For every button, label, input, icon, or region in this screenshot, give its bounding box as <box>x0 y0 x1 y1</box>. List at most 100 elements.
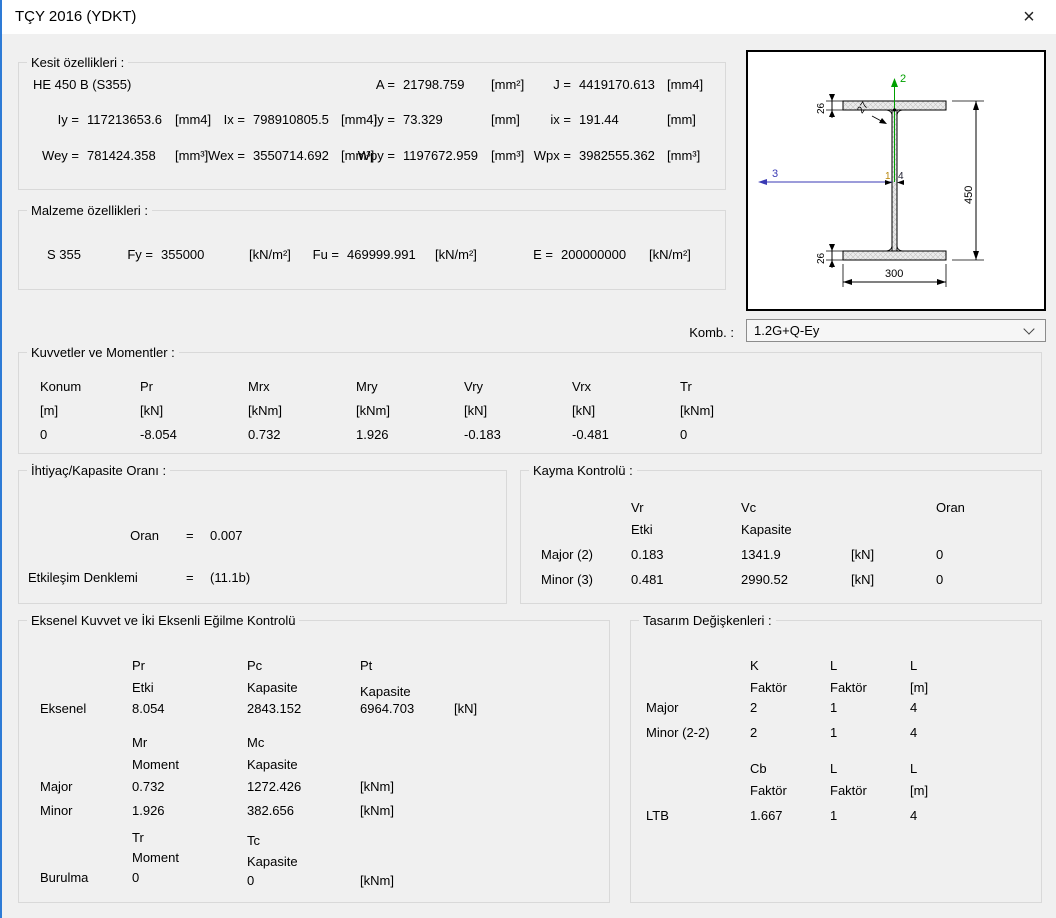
torsion-tr-value: 0 <box>132 870 140 885</box>
moment-header-mr: Mr <box>132 735 148 750</box>
combination-selected-value: 1.2G+Q-Ey <box>754 323 820 338</box>
group-title: Kayma Kontrolü : <box>529 463 637 478</box>
col-header: Konum <box>40 379 82 394</box>
bottom-flange <box>842 250 947 261</box>
close-icon[interactable]: × <box>1014 3 1044 31</box>
moment-sub-moment: Moment <box>132 757 179 772</box>
moment-sub-kapasite: Kapasite <box>247 757 298 772</box>
design-sub-m: [m] <box>910 680 929 695</box>
design-row-label: Major <box>646 700 679 715</box>
prop-Wpx: Wpx = 3982555.362 [mm³] <box>523 148 703 163</box>
design-header-l: L <box>830 761 838 776</box>
prop-iy: iy = 73.329 [mm] <box>355 112 527 127</box>
axial-sub-kapasite: Kapasite <box>360 684 411 699</box>
group-design-variables: Tasarım Değişkenleri : K L L Faktör Fakt… <box>630 613 1042 903</box>
prop-label: Wpx = <box>533 148 571 163</box>
design-k-value: 2 <box>750 700 758 715</box>
moment-row-label: Major <box>40 779 73 794</box>
prop-label: ix = <box>550 112 571 127</box>
dim-flange-top: 26 <box>816 102 827 114</box>
moment-row-label: Minor <box>40 803 73 818</box>
col-unit: [kN] <box>572 403 596 418</box>
forces-col-pr: Pr [kN] -8.054 <box>140 379 177 451</box>
prop-label: Wpy = <box>357 148 395 163</box>
prop-unit: [kN/m²] <box>435 247 477 262</box>
torsion-unit: [kNm] <box>360 873 394 888</box>
combination-select[interactable]: 1.2G+Q-Ey <box>746 319 1046 342</box>
shear-col-oran: Oran <box>936 500 965 515</box>
shear-vc: 2990.52 <box>741 572 788 587</box>
combination-label: Komb. : <box>689 325 734 340</box>
group-material-properties: Malzeme özellikleri : S 355 Fy = 355000 … <box>18 203 726 290</box>
shear-unit: [kN] <box>851 547 875 562</box>
prop-unit: [kN/m²] <box>249 247 291 262</box>
prop-value: 73.329 <box>403 112 443 127</box>
prop-value: 200000000 <box>561 247 627 262</box>
col-value: 0 <box>40 427 48 442</box>
design-header-l: L <box>830 658 838 673</box>
prop-unit: [mm²] <box>491 77 525 92</box>
moment-mc-value: 1272.426 <box>247 779 302 794</box>
shear-vr: 0.183 <box>631 547 664 562</box>
design-sub-faktor: Faktör <box>830 783 867 798</box>
prop-label: E = <box>533 247 553 262</box>
axial-sub-kapasite: Kapasite <box>247 680 298 695</box>
design-sub-faktor: Faktör <box>750 783 787 798</box>
prop-unit: [mm4] <box>667 77 703 92</box>
prop-value: 3982555.362 <box>579 148 655 163</box>
moment-header-mc: Mc <box>247 735 265 750</box>
prop-unit: [mm] <box>491 112 520 127</box>
col-value: 0 <box>680 427 688 442</box>
prop-label: Fu = <box>312 247 339 262</box>
group-title: Kesit özellikleri : <box>27 55 129 70</box>
prop-value: 4419170.613 <box>579 77 655 92</box>
design-l-value: 4 <box>910 700 918 715</box>
prop-value: 469999.991 <box>347 247 416 262</box>
design-header-l: L <box>910 761 918 776</box>
prop-J: J = 4419170.613 [mm4] <box>531 77 703 92</box>
group-title: Tasarım Değişkenleri : <box>639 613 776 628</box>
prop-value: 798910805.5 <box>253 112 329 127</box>
axial-unit: [kN] <box>454 701 478 716</box>
prop-Fy: Fy = 355000 [kN/m²] <box>119 247 305 262</box>
dim-web-4: 4 <box>898 171 904 182</box>
design-header-cb: Cb <box>750 761 767 776</box>
col-value: -8.054 <box>140 427 177 442</box>
moment-unit: [kNm] <box>360 803 394 818</box>
section-drawing: 2 3 450 300 26 26 1 4 27 <box>746 50 1046 311</box>
design-lfactor-value: 1 <box>830 808 838 823</box>
axis-3-label: 3 <box>772 168 778 180</box>
design-sub-m: [m] <box>910 783 929 798</box>
group-forces-moments: Kuvvetler ve Momentler : Konum [m] 0 Pr … <box>18 345 1042 454</box>
prop-label: Ix = <box>223 112 245 127</box>
shear-oran: 0 <box>936 572 944 587</box>
axial-row-label: Eksenel <box>40 701 87 716</box>
col-value: -0.481 <box>572 427 609 442</box>
prop-value: 21798.759 <box>403 77 465 92</box>
material-grade: S 355 <box>47 247 81 262</box>
ibeam-section-svg: 2 3 450 300 26 26 1 4 27 <box>758 73 984 287</box>
chevron-down-icon <box>1023 323 1035 335</box>
col-header: Pr <box>140 379 153 394</box>
prop-unit: [kN/m²] <box>649 247 691 262</box>
torsion-header-tc: Tc <box>247 833 260 848</box>
torsion-header-tr: Tr <box>132 830 144 845</box>
prop-A: A = 21798.759 [mm²] <box>355 77 527 92</box>
ratio-value: 0.007 <box>210 528 243 543</box>
col-header: Tr <box>680 379 692 394</box>
shear-sub-etki: Etki <box>631 522 653 537</box>
forces-col-konum: Konum [m] 0 <box>40 379 81 451</box>
shear-row-label: Major (2) <box>541 547 594 562</box>
torsion-tc-value: 0 <box>247 873 255 888</box>
group-title: Eksenel Kuvvet ve İki Eksenli Eğilme Kon… <box>27 613 300 628</box>
shear-oran: 0 <box>936 547 944 562</box>
ratio-label: Oran <box>130 528 159 543</box>
dim-flange-bottom: 26 <box>816 252 827 264</box>
forces-col-tr: Tr [kNm] 0 <box>680 379 714 451</box>
interaction-equation-value: (11.1b) <box>210 570 251 585</box>
moment-mr-value: 0.732 <box>132 779 165 794</box>
col-value: 0.732 <box>248 427 281 442</box>
axis-2-label: 2 <box>900 73 906 85</box>
design-lfactor-value: 1 <box>830 725 838 740</box>
design-header-k: K <box>750 658 759 673</box>
